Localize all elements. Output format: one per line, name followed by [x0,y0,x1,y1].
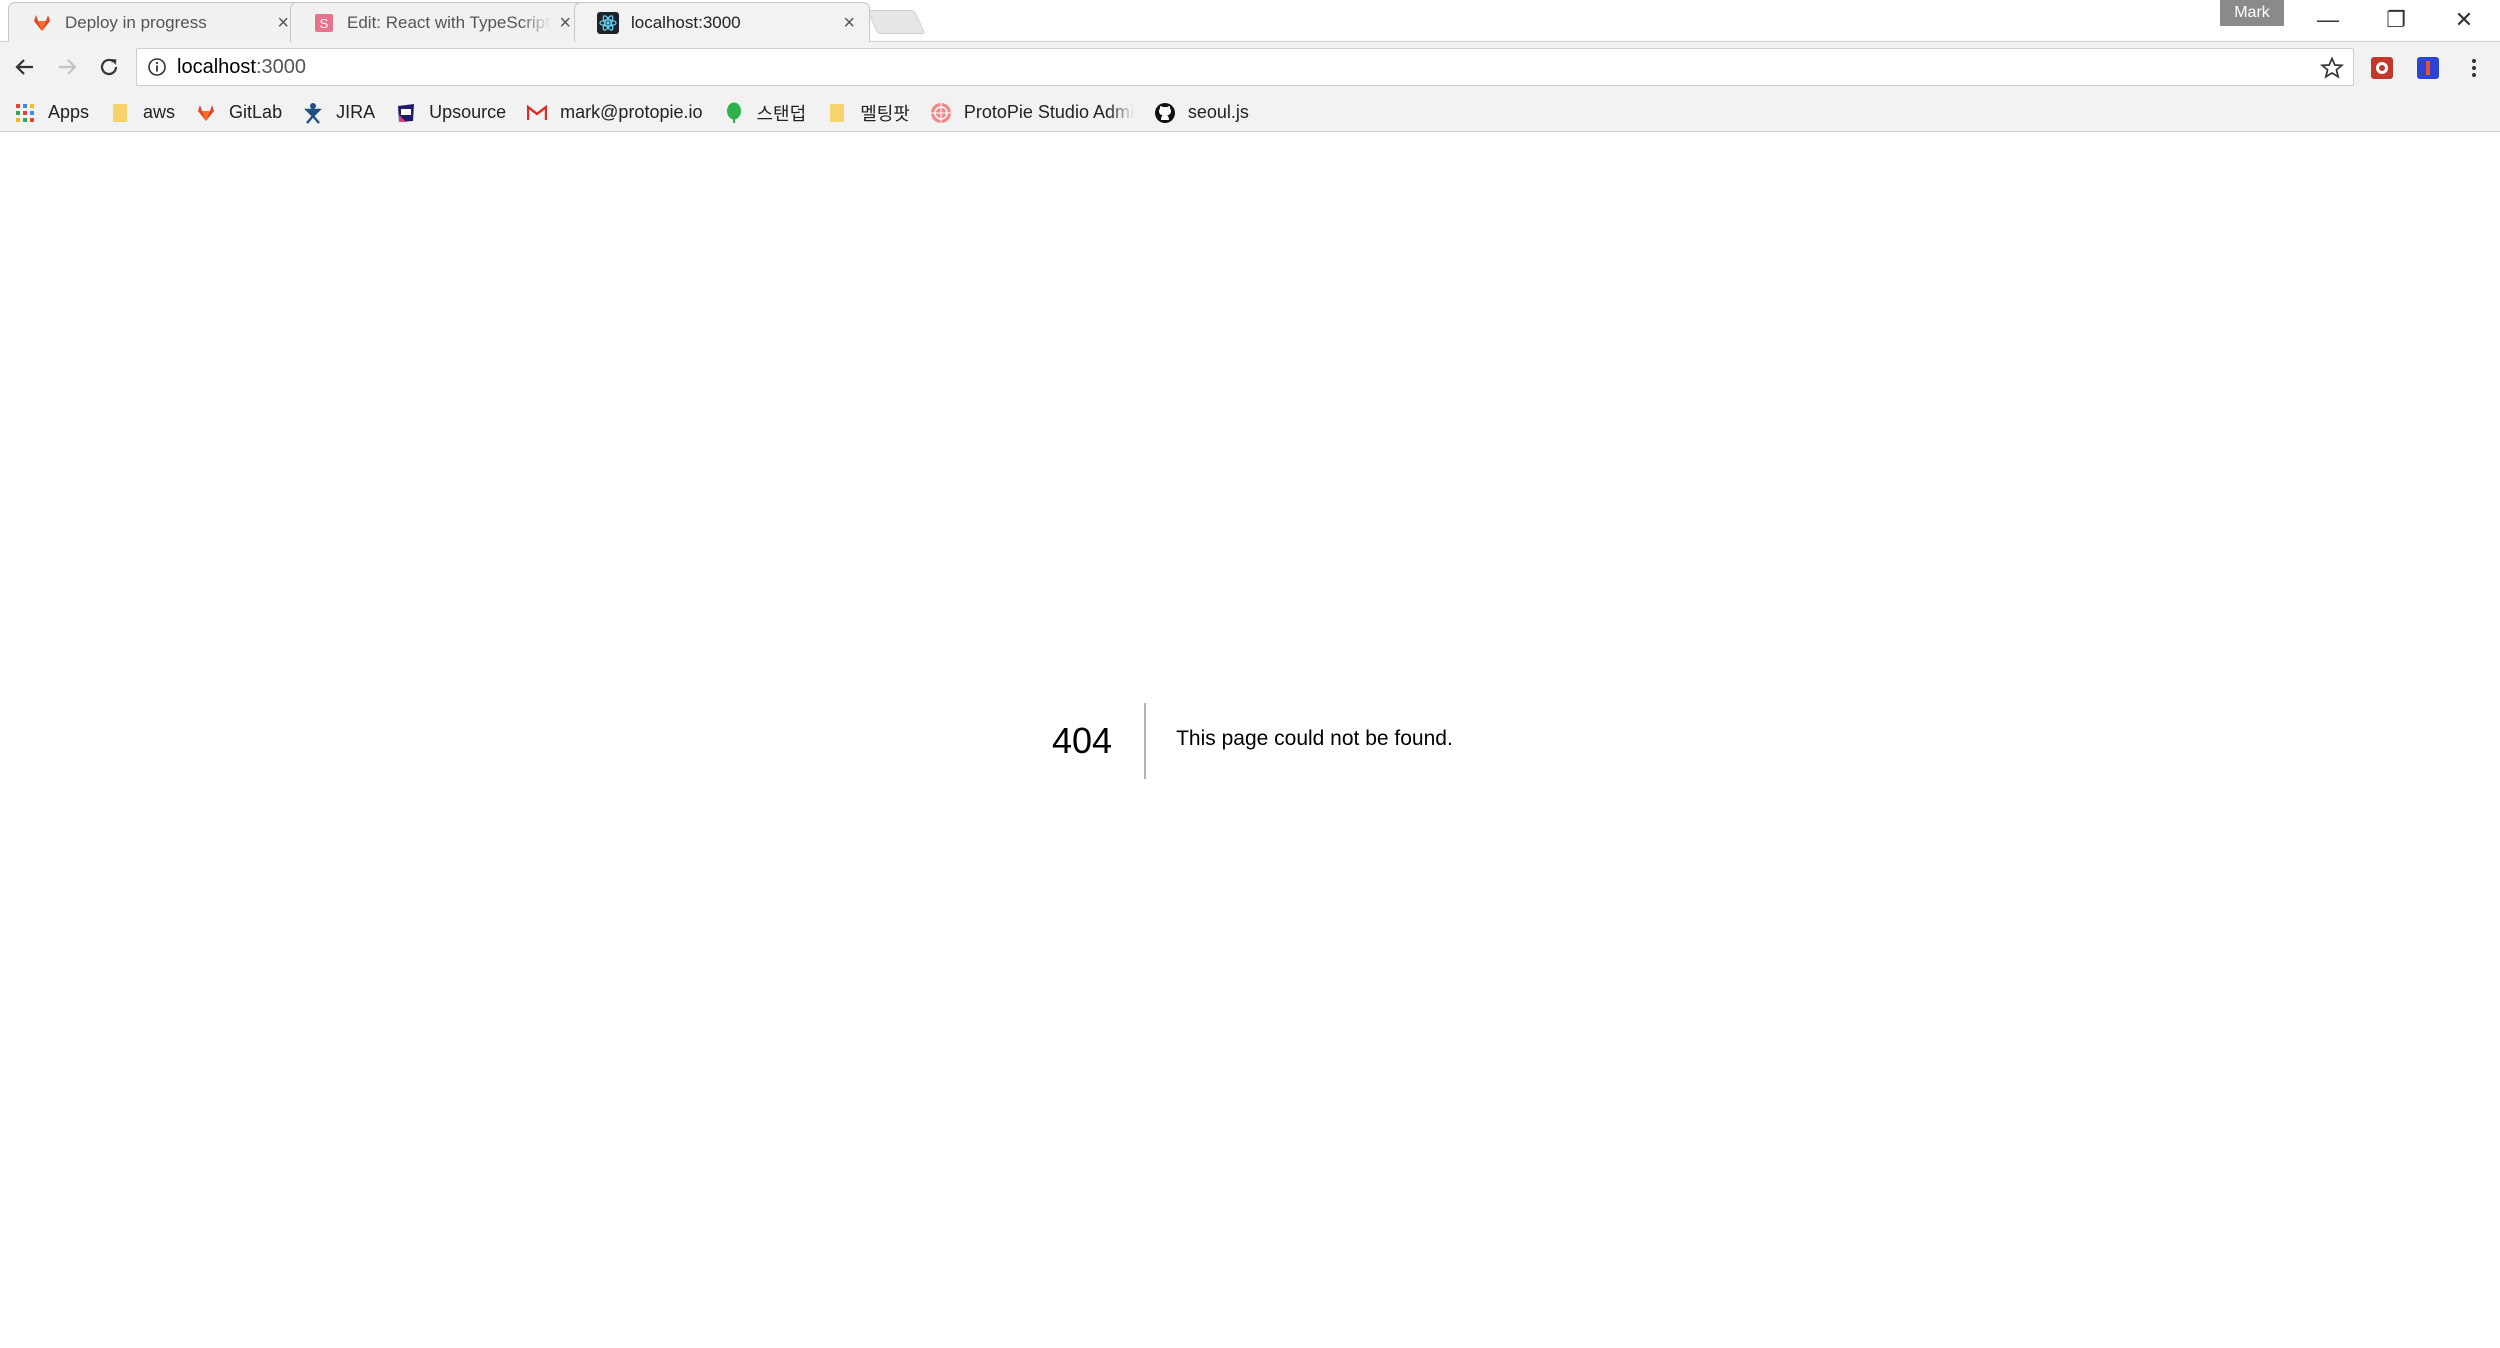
browser-toolbar: localhost:3000 [0,42,2500,94]
gitlab-icon [31,12,53,34]
bookmarks-bar: Apps aws GitLab JIRA Upsource mark@proto… [0,94,2500,132]
tab-deploy[interactable]: Deploy in progress × [8,2,304,42]
back-button[interactable] [6,48,44,86]
bookmark-seouljs[interactable]: seoul.js [1154,102,1249,124]
bookmark-star-icon[interactable] [2319,55,2345,81]
bookmark-jira[interactable]: JIRA [302,102,375,124]
gitlab-icon [195,102,217,124]
upsource-icon [395,102,417,124]
bookmark-apps[interactable]: Apps [14,102,89,124]
tab-title: Edit: React with TypeScript [347,12,550,32]
bookmark-meltingpot[interactable]: 멜팅팟 [826,100,910,126]
apps-grid-icon [14,102,36,124]
leaf-icon [723,102,745,124]
site-info-icon[interactable] [137,57,177,77]
react-icon [597,11,619,34]
bookmark-protopie-admin[interactable]: ProtoPie Studio Admin [930,102,1134,124]
protopie-icon [930,102,952,124]
jira-icon [302,102,324,124]
folder-icon [826,102,848,124]
tab-close-icon[interactable]: × [559,13,571,33]
error-text: This page could not be found. [1176,727,1453,750]
tab-close-icon[interactable]: × [843,13,855,33]
tab-localhost[interactable]: localhost:3000 × [574,2,870,42]
not-found-message: 404 This page could not be found. [1052,703,1453,779]
extension-red-icon[interactable] [2370,56,2394,80]
bookmark-gmail[interactable]: mark@protopie.io [526,102,703,124]
forward-arrow-icon [59,59,77,75]
tab-strip: Deploy in progress × S Edit: React with … [0,0,2500,42]
minimize-button[interactable]: — [2294,0,2362,40]
bookmark-upsource[interactable]: Upsource [395,102,506,124]
stackblitz-icon: S [313,12,335,34]
bookmark-standup[interactable]: 스탠덥 [723,100,806,126]
address-bar[interactable]: localhost:3000 [136,48,2354,86]
tab-close-icon[interactable]: × [277,13,289,33]
github-icon [1154,102,1176,124]
reload-icon [100,58,118,76]
back-arrow-icon [15,59,33,75]
reload-button[interactable] [90,48,128,86]
forward-button[interactable] [48,48,86,86]
new-tab-button[interactable] [866,10,926,34]
bookmark-gitlab[interactable]: GitLab [195,102,282,124]
error-code: 404 [1052,703,1147,779]
page-content: 404 This page could not be found. [0,133,2500,1348]
url-text: localhost:3000 [177,55,306,78]
gmail-icon [526,102,548,124]
folder-icon [109,102,131,124]
svg-text:S: S [320,16,329,31]
menu-kebab-icon[interactable] [2462,56,2486,80]
close-window-button[interactable]: ✕ [2430,0,2498,40]
restore-button[interactable]: ❐ [2362,0,2430,40]
tab-title: localhost:3000 [631,12,741,32]
tab-stackblitz[interactable]: S Edit: React with TypeScript × [290,2,586,42]
tab-title: Deploy in progress [65,12,207,32]
bookmark-aws[interactable]: aws [109,102,175,124]
profile-button[interactable]: Mark [2220,0,2284,26]
extension-blue-icon[interactable] [2416,56,2440,80]
